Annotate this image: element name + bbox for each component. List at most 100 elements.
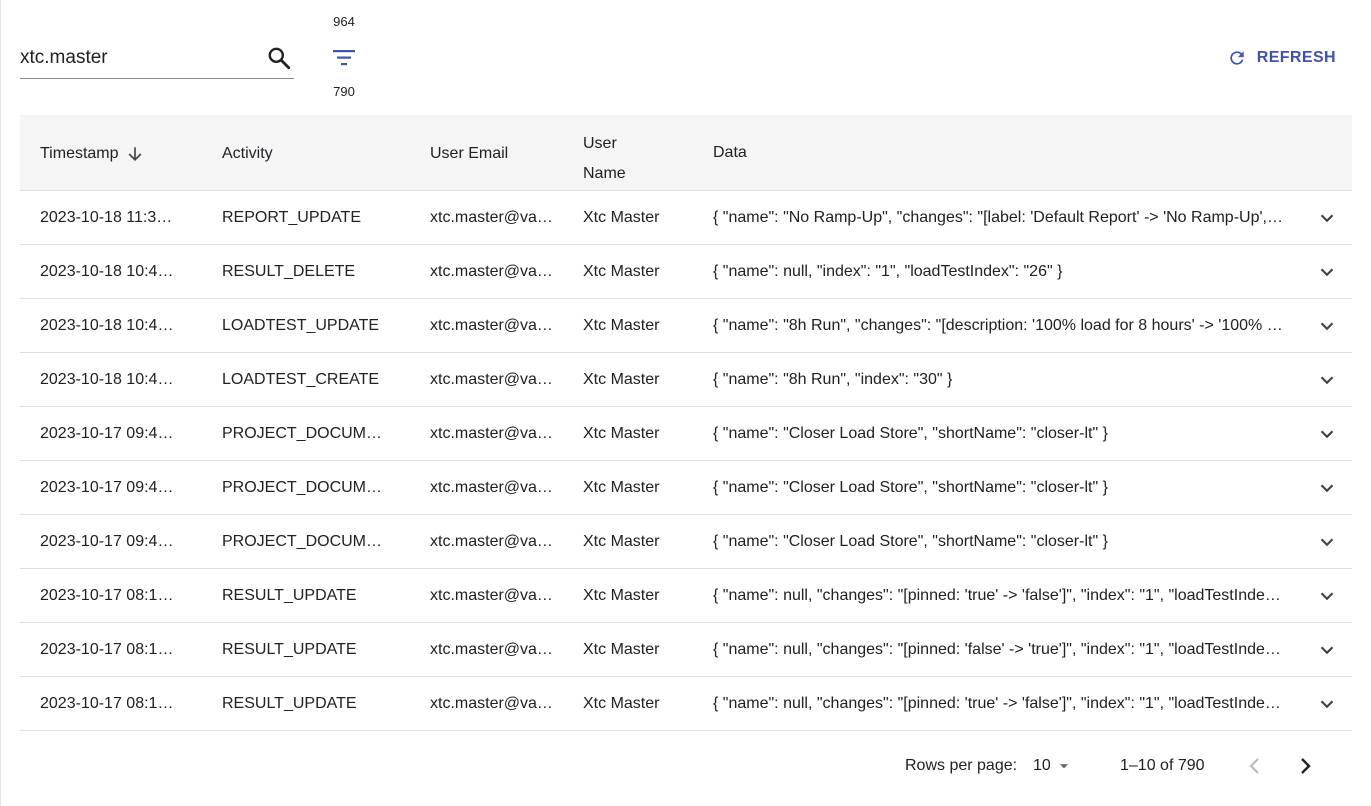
table-row[interactable]: 2023-10-17 08:14:… RESULT_UPDATE xtc.mas… xyxy=(20,623,1352,677)
user-email-cell: xtc.master@va… xyxy=(430,479,553,496)
data-cell: { "name": "Closer Load Store", "shortNam… xyxy=(713,533,1108,550)
activity-cell: LOADTEST_CREATE xyxy=(222,371,380,388)
rows-per-page-select[interactable]: 10 xyxy=(1033,754,1077,778)
table-row[interactable]: 2023-10-18 10:41:… LOADTEST_CREATE xtc.m… xyxy=(20,353,1352,407)
user-name-cell: Xtc Master xyxy=(583,641,660,658)
user-email-cell: xtc.master@va… xyxy=(430,317,553,334)
table-row[interactable]: 2023-10-18 11:30:… REPORT_UPDATE xtc.mas… xyxy=(20,191,1352,245)
table-row[interactable]: 2023-10-17 08:14:… RESULT_UPDATE xtc.mas… xyxy=(20,569,1352,623)
expand-row-chevron-icon[interactable] xyxy=(1316,207,1338,229)
user-name-cell: Xtc Master xyxy=(583,371,660,388)
activity-cell: RESULT_DELETE xyxy=(222,263,356,280)
refresh-button[interactable]: REFRESH xyxy=(1227,46,1336,70)
timestamp-cell: 2023-10-17 09:45:… xyxy=(40,533,180,550)
timestamp-cell: 2023-10-18 10:44:… xyxy=(40,263,180,280)
rows-per-page-label: Rows per page: xyxy=(905,757,1018,774)
user-name-cell: Xtc Master xyxy=(583,263,660,280)
expand-row-chevron-icon[interactable] xyxy=(1316,315,1338,337)
table-row[interactable]: 2023-10-17 08:14:… RESULT_UPDATE xtc.mas… xyxy=(20,677,1352,731)
filter-total-count: 964 xyxy=(333,14,355,29)
refresh-icon xyxy=(1230,51,1244,65)
data-cell: { "name": null, "changes": "[pinned: 'tr… xyxy=(713,587,1283,604)
column-header-user-email: User Email xyxy=(430,145,509,162)
user-name-cell: Xtc Master xyxy=(583,695,660,712)
previous-page-chevron-icon[interactable] xyxy=(1243,754,1267,778)
activity-cell: RESULT_UPDATE xyxy=(222,695,357,712)
user-name-cell: Xtc Master xyxy=(583,317,660,334)
search-icon xyxy=(268,47,291,70)
filter-result-count: 790 xyxy=(333,84,355,99)
table-header: Timestamp Activity User Email User Name … xyxy=(20,115,1352,191)
table-row[interactable]: 2023-10-17 09:45:… PROJECT_DOCUMENT… xtc… xyxy=(20,515,1352,569)
data-cell: { "name": null, "changes": "[pinned: 'tr… xyxy=(713,695,1283,712)
user-email-cell: xtc.master@va… xyxy=(430,209,553,226)
user-email-cell: xtc.master@va… xyxy=(430,641,553,658)
next-page-chevron-icon[interactable] xyxy=(1293,754,1317,778)
column-header-timestamp-label: Timestamp xyxy=(40,145,119,162)
expand-row-chevron-icon[interactable] xyxy=(1316,477,1338,499)
table-row[interactable]: 2023-10-18 10:42:… LOADTEST_UPDATE xtc.m… xyxy=(20,299,1352,353)
activity-cell: RESULT_UPDATE xyxy=(222,641,357,658)
timestamp-cell: 2023-10-18 10:42:… xyxy=(40,317,180,334)
column-header-data: Data xyxy=(713,144,747,161)
table-row[interactable]: 2023-10-17 09:46:… PROJECT_DOCUMENT… xtc… xyxy=(20,461,1352,515)
timestamp-cell: 2023-10-17 08:14:… xyxy=(40,587,180,604)
table-row[interactable]: 2023-10-17 09:47:… PROJECT_DOCUMENT… xtc… xyxy=(20,407,1352,461)
user-email-cell: xtc.master@va… xyxy=(430,263,553,280)
user-name-cell: Xtc Master xyxy=(583,533,660,550)
user-email-cell: xtc.master@va… xyxy=(430,587,553,604)
dropdown-arrow-icon xyxy=(1059,764,1068,769)
user-name-cell: Xtc Master xyxy=(583,479,660,496)
timestamp-cell: 2023-10-18 10:41:… xyxy=(40,371,180,388)
search-button[interactable] xyxy=(266,45,292,71)
expand-row-chevron-icon[interactable] xyxy=(1316,585,1338,607)
user-email-cell: xtc.master@va… xyxy=(430,425,553,442)
filter-icon xyxy=(333,50,355,66)
column-header-user-name-line1: User xyxy=(583,135,617,152)
pagination-bar: Rows per page: 10 1–10 of 790 xyxy=(0,752,1371,780)
column-header-user-name: User Name xyxy=(583,129,626,189)
column-header-activity: Activity xyxy=(222,145,273,162)
user-email-cell: xtc.master@va… xyxy=(430,371,553,388)
user-email-cell: xtc.master@va… xyxy=(430,695,553,712)
user-name-cell: Xtc Master xyxy=(583,425,660,442)
data-cell: { "name": "No Ramp-Up", "changes": "[lab… xyxy=(713,209,1283,226)
data-cell: { "name": "Closer Load Store", "shortNam… xyxy=(713,479,1108,496)
user-name-cell: Xtc Master xyxy=(583,209,660,226)
activity-cell: RESULT_UPDATE xyxy=(222,587,357,604)
timestamp-cell: 2023-10-17 08:14:… xyxy=(40,695,180,712)
column-header-user-name-line2: Name xyxy=(583,165,626,182)
expand-row-chevron-icon[interactable] xyxy=(1316,369,1338,391)
rows-per-page-value: 10 xyxy=(1033,757,1051,774)
page-range-text: 1–10 of 790 xyxy=(1120,757,1205,774)
expand-row-chevron-icon[interactable] xyxy=(1316,261,1338,283)
timestamp-cell: 2023-10-17 09:46:… xyxy=(40,479,180,496)
activity-cell: PROJECT_DOCUMENT… xyxy=(222,425,388,442)
search-input[interactable] xyxy=(20,46,256,70)
timestamp-cell: 2023-10-17 08:14:… xyxy=(40,641,180,658)
expand-row-chevron-icon[interactable] xyxy=(1316,693,1338,715)
refresh-label: REFRESH xyxy=(1256,49,1336,66)
data-cell: { "name": "Closer Load Store", "shortNam… xyxy=(713,425,1108,442)
activity-cell: PROJECT_DOCUMENT… xyxy=(222,479,388,496)
filter-button[interactable]: 964 790 xyxy=(320,10,368,106)
data-cell: { "name": null, "changes": "[pinned: 'fa… xyxy=(713,641,1283,658)
expand-row-chevron-icon[interactable] xyxy=(1316,423,1338,445)
activity-cell: REPORT_UPDATE xyxy=(222,209,361,226)
expand-row-chevron-icon[interactable] xyxy=(1316,531,1338,553)
page-left-border xyxy=(0,0,1,806)
user-email-cell: xtc.master@va… xyxy=(430,533,553,550)
timestamp-cell: 2023-10-18 11:30:… xyxy=(40,209,180,226)
user-name-cell: Xtc Master xyxy=(583,587,660,604)
activity-cell: LOADTEST_UPDATE xyxy=(222,317,380,334)
search-field[interactable] xyxy=(20,38,294,79)
table-row[interactable]: 2023-10-18 10:44:… RESULT_DELETE xtc.mas… xyxy=(20,245,1352,299)
data-cell: { "name": "8h Run", "changes": "[descrip… xyxy=(713,317,1283,334)
data-cell: { "name": null, "index": "1", "loadTestI… xyxy=(713,263,1063,280)
column-header-timestamp[interactable]: Timestamp xyxy=(40,144,145,164)
sort-descending-icon[interactable] xyxy=(125,144,145,164)
data-cell: { "name": "8h Run", "index": "30" } xyxy=(713,371,953,388)
activity-log-table: Timestamp Activity User Email User Name … xyxy=(20,115,1352,731)
activity-cell: PROJECT_DOCUMENT… xyxy=(222,533,388,550)
expand-row-chevron-icon[interactable] xyxy=(1316,639,1338,661)
